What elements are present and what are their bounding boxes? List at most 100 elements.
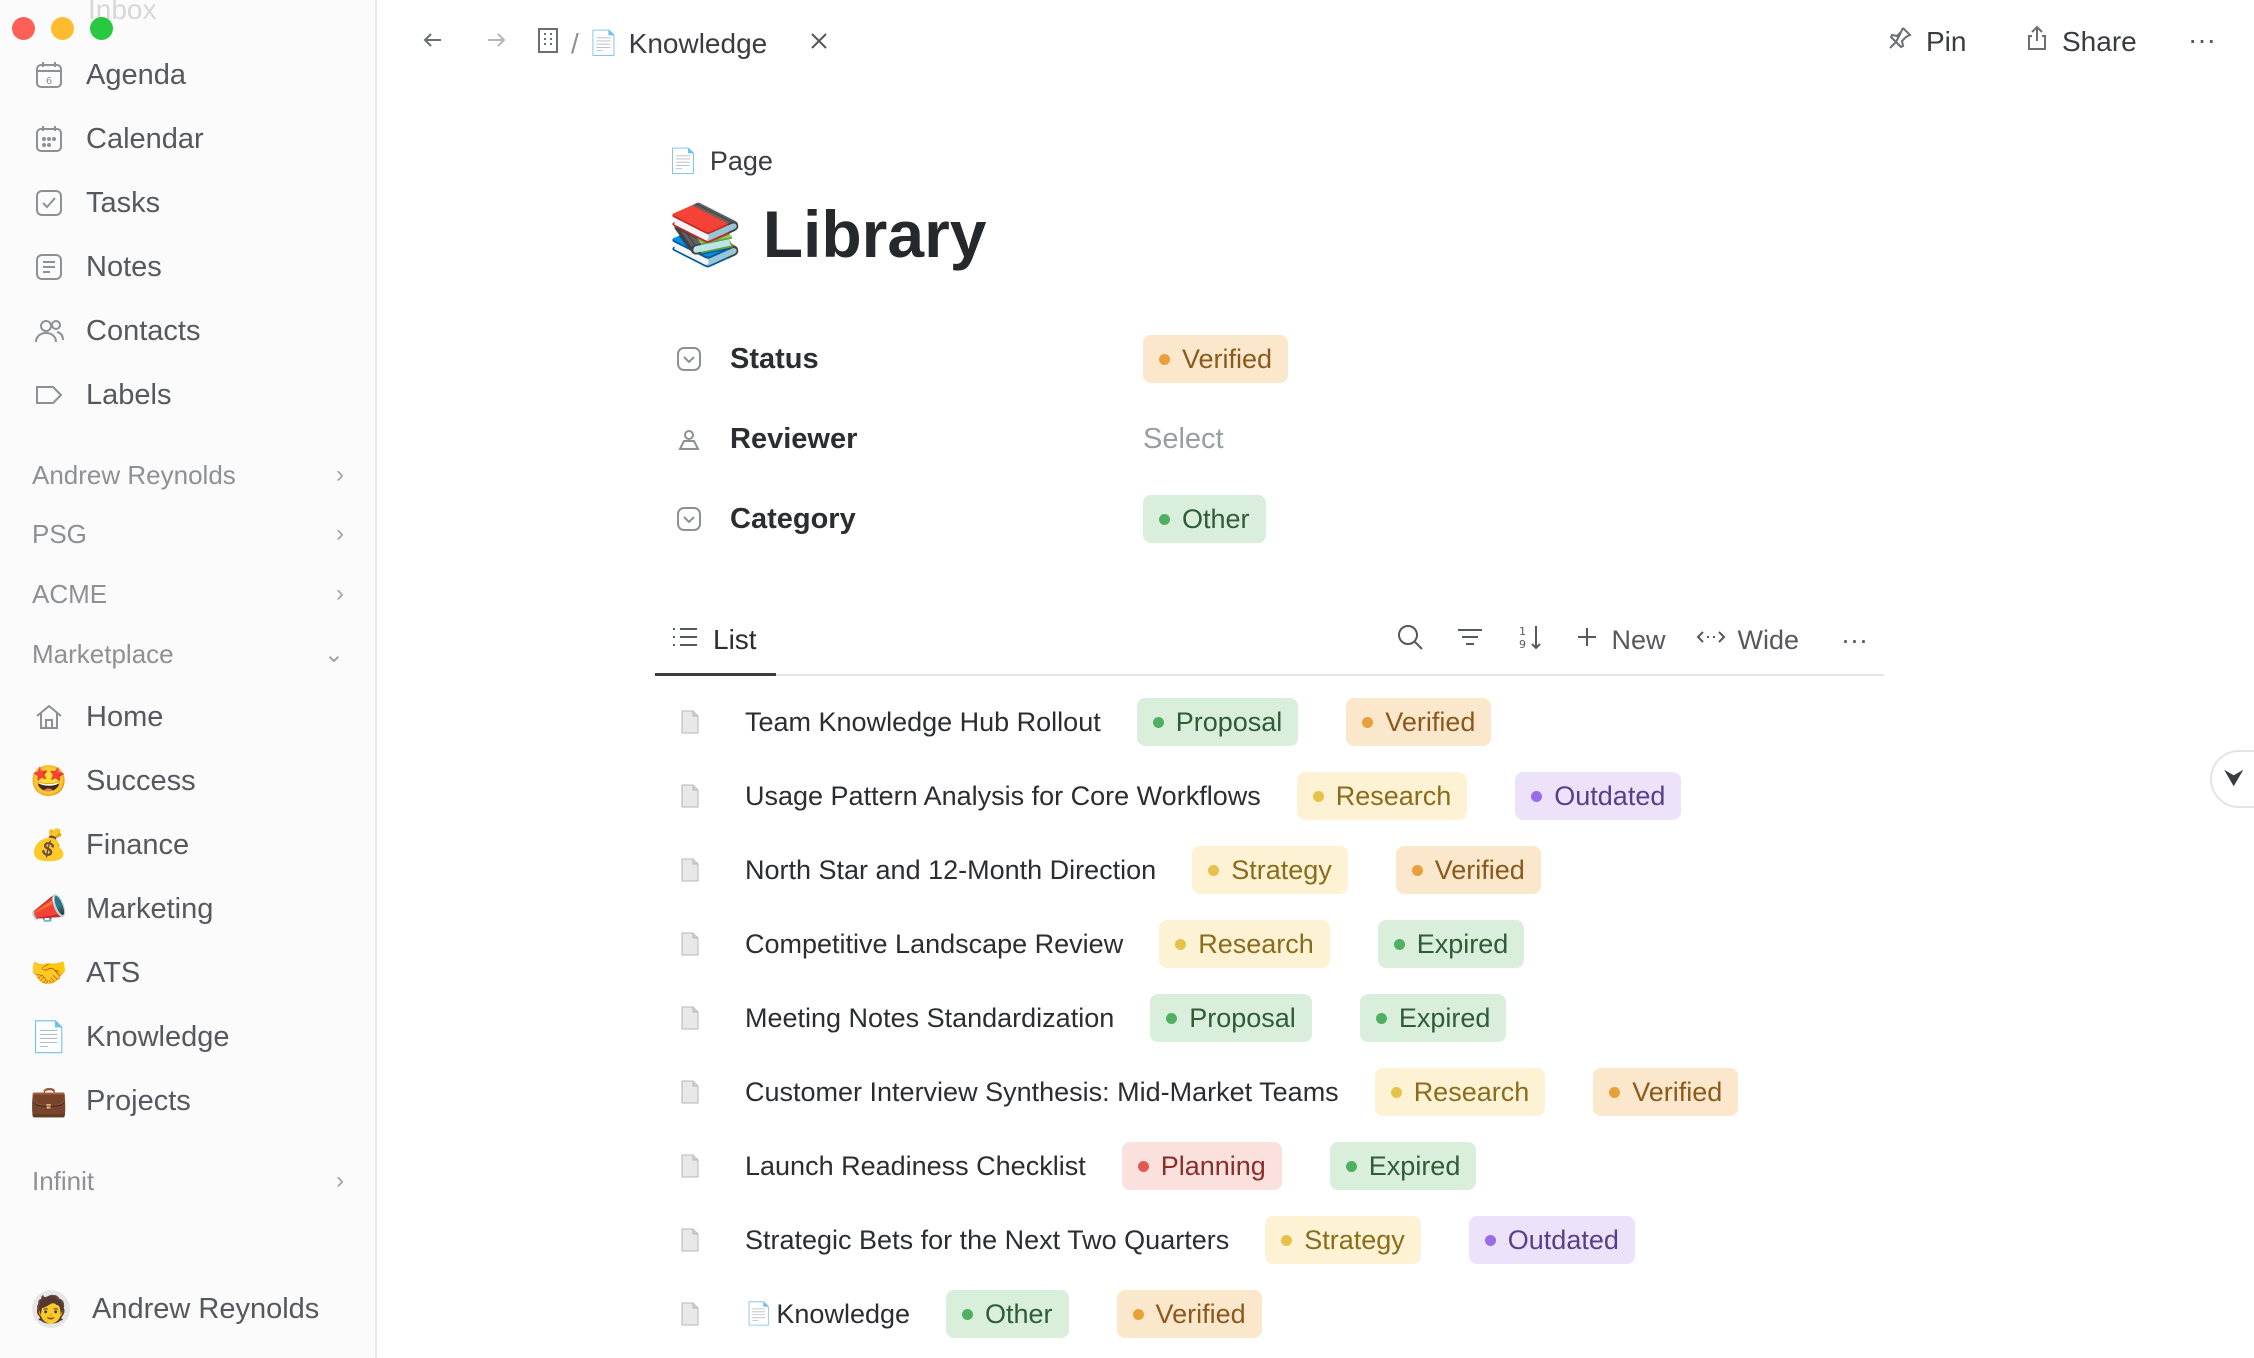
sidebar-item-agenda[interactable]: 6 Agenda bbox=[32, 49, 186, 101]
search-button[interactable] bbox=[1395, 622, 1425, 659]
tag-dot bbox=[1175, 938, 1187, 950]
tag-label: Planning bbox=[1160, 1150, 1266, 1181]
list-item[interactable]: Launch Readiness Checklist Planning Expi… bbox=[680, 1140, 1477, 1192]
sidebar-item-success[interactable]: 🤩 Success bbox=[30, 755, 195, 807]
page-title[interactable]: 📚 Library bbox=[668, 196, 986, 272]
document-icon bbox=[680, 930, 704, 958]
status-badge[interactable]: Verified bbox=[1116, 1290, 1262, 1338]
tag-label: Research bbox=[1198, 928, 1314, 959]
share-button[interactable]: Share bbox=[2024, 24, 2137, 59]
filter-button[interactable] bbox=[1455, 622, 1485, 659]
list-item[interactable]: Meeting Notes Standardization Proposal E… bbox=[680, 992, 1507, 1044]
list-item[interactable]: Strategic Bets for the Next Two Quarters… bbox=[680, 1214, 1635, 1266]
new-button[interactable]: New bbox=[1575, 625, 1666, 656]
sidebar-item-contacts[interactable]: Contacts bbox=[32, 305, 200, 357]
close-icon[interactable] bbox=[807, 28, 831, 60]
category-badge[interactable]: Strategy bbox=[1265, 1216, 1421, 1264]
breadcrumb-current[interactable]: Knowledge bbox=[629, 28, 768, 60]
page-type-label: 📄 Page bbox=[668, 146, 773, 177]
tag-dot bbox=[1159, 513, 1170, 525]
tab-list[interactable]: List bbox=[671, 624, 757, 656]
sidebar-item-marketing[interactable]: 📣 Marketing bbox=[30, 883, 214, 935]
category-badge[interactable]: Proposal bbox=[1150, 994, 1312, 1042]
status-badge[interactable]: Verified bbox=[1143, 335, 1289, 383]
list-item[interactable]: Usage Pattern Analysis for Core Workflow… bbox=[680, 770, 1682, 822]
sidebar-group-andrew-reynolds[interactable]: Andrew Reynolds › bbox=[32, 453, 344, 497]
wide-button[interactable]: Wide bbox=[1696, 625, 1799, 656]
sidebar-item-ats[interactable]: 🤝 ATS bbox=[30, 947, 140, 999]
reviewer-select[interactable]: Select bbox=[1143, 411, 1224, 467]
back-arrow-icon[interactable] bbox=[419, 26, 447, 61]
breadcrumb: / 📄 Knowledge bbox=[535, 26, 831, 61]
user-name: Andrew Reynolds bbox=[92, 1292, 320, 1325]
more-options-button[interactable]: ··· bbox=[2188, 24, 2216, 56]
sidebar-item-label: Marketing bbox=[86, 892, 214, 925]
category-value[interactable]: Other bbox=[1143, 491, 1266, 547]
tag-dot bbox=[1208, 864, 1220, 876]
sidebar-group-acme[interactable]: ACME › bbox=[32, 572, 344, 616]
status-badge[interactable]: Expired bbox=[1359, 994, 1507, 1042]
status-badge[interactable]: Outdated bbox=[1515, 772, 1682, 820]
row-title: Competitive Landscape Review bbox=[745, 928, 1124, 959]
row-title: Customer Interview Synthesis: Mid-Market… bbox=[745, 1076, 1339, 1107]
sidebar-group-marketplace[interactable]: Marketplace ⌄ bbox=[32, 632, 344, 676]
sidebar-item-notes[interactable]: Notes bbox=[32, 241, 162, 293]
group-label: Andrew Reynolds bbox=[32, 459, 236, 490]
status-value[interactable]: Verified bbox=[1143, 331, 1289, 387]
side-panel-handle[interactable]: ⮟ bbox=[2210, 750, 2254, 808]
home-icon bbox=[32, 700, 66, 734]
property-status[interactable]: Status bbox=[674, 331, 819, 387]
category-badge[interactable]: Proposal bbox=[1136, 698, 1299, 746]
category-badge[interactable]: Other bbox=[1143, 495, 1266, 543]
document-icon: 📄 bbox=[588, 30, 619, 57]
minimize-window-button[interactable] bbox=[51, 17, 74, 40]
pin-label: Pin bbox=[1926, 25, 1967, 57]
list-item[interactable]: Customer Interview Synthesis: Mid-Market… bbox=[680, 1066, 1739, 1118]
category-badge[interactable]: Strategy bbox=[1192, 846, 1348, 894]
status-badge[interactable]: Verified bbox=[1593, 1068, 1739, 1116]
list-item[interactable]: Competitive Landscape Review Research Ex… bbox=[680, 918, 1525, 970]
sidebar-item-home[interactable]: Home bbox=[32, 691, 163, 743]
property-name: Status bbox=[730, 342, 819, 375]
status-badge[interactable]: Expired bbox=[1329, 1142, 1477, 1190]
sidebar-item-labels[interactable]: Labels bbox=[32, 369, 171, 421]
sidebar-group-infinit[interactable]: Infinit › bbox=[32, 1159, 344, 1203]
pin-button[interactable]: Pin bbox=[1886, 24, 1966, 59]
sidebar-item-calendar[interactable]: Calendar bbox=[32, 113, 204, 165]
document-icon bbox=[680, 1226, 704, 1254]
sidebar-item-knowledge[interactable]: 📄 Knowledge bbox=[30, 1011, 229, 1063]
sidebar-item-label: Tasks bbox=[86, 186, 161, 219]
status-badge[interactable]: Expired bbox=[1377, 920, 1525, 968]
active-tab-indicator bbox=[655, 673, 776, 676]
property-reviewer[interactable]: Reviewer bbox=[674, 411, 857, 467]
category-badge[interactable]: Research bbox=[1374, 1068, 1546, 1116]
books-emoji-icon[interactable]: 📚 bbox=[668, 199, 743, 270]
property-category[interactable]: Category bbox=[674, 491, 856, 547]
list-more-button[interactable]: ··· bbox=[1841, 625, 1868, 656]
zoom-window-button[interactable] bbox=[90, 17, 113, 40]
building-icon[interactable] bbox=[535, 26, 561, 61]
sidebar-group-psg[interactable]: PSG › bbox=[32, 512, 344, 556]
document-emoji-icon: 📄 bbox=[30, 1020, 68, 1054]
category-badge[interactable]: Planning bbox=[1121, 1142, 1282, 1190]
sidebar-item-projects[interactable]: 💼 Projects bbox=[30, 1075, 190, 1127]
sidebar-item-tasks[interactable]: Tasks bbox=[32, 177, 160, 229]
category-badge[interactable]: Research bbox=[1159, 920, 1330, 968]
sidebar-item-finance[interactable]: 💰 Finance bbox=[30, 819, 189, 871]
current-user[interactable]: 🧑 Andrew Reynolds bbox=[32, 1290, 319, 1328]
sort-button[interactable]: 19 bbox=[1515, 622, 1545, 659]
category-badge[interactable]: Other bbox=[946, 1290, 1069, 1338]
status-badge[interactable]: Verified bbox=[1395, 846, 1541, 894]
forward-arrow-icon[interactable] bbox=[482, 26, 510, 61]
sidebar-item-label: Labels bbox=[86, 378, 172, 411]
category-badge[interactable]: Research bbox=[1296, 772, 1468, 820]
list-item[interactable]: North Star and 12-Month Direction Strate… bbox=[680, 844, 1541, 896]
list-item[interactable]: Team Knowledge Hub Rollout Proposal Veri… bbox=[680, 696, 1492, 748]
star-struck-emoji-icon: 🤩 bbox=[30, 764, 68, 798]
close-window-button[interactable] bbox=[12, 17, 35, 40]
status-badge[interactable]: Outdated bbox=[1468, 1216, 1635, 1264]
status-badge[interactable]: Verified bbox=[1346, 698, 1492, 746]
tag-label: Verified bbox=[1434, 854, 1525, 885]
row-title: Strategic Bets for the Next Two Quarters bbox=[745, 1224, 1230, 1255]
list-item[interactable]: 📄 Knowledge Other Verified bbox=[680, 1288, 1262, 1340]
